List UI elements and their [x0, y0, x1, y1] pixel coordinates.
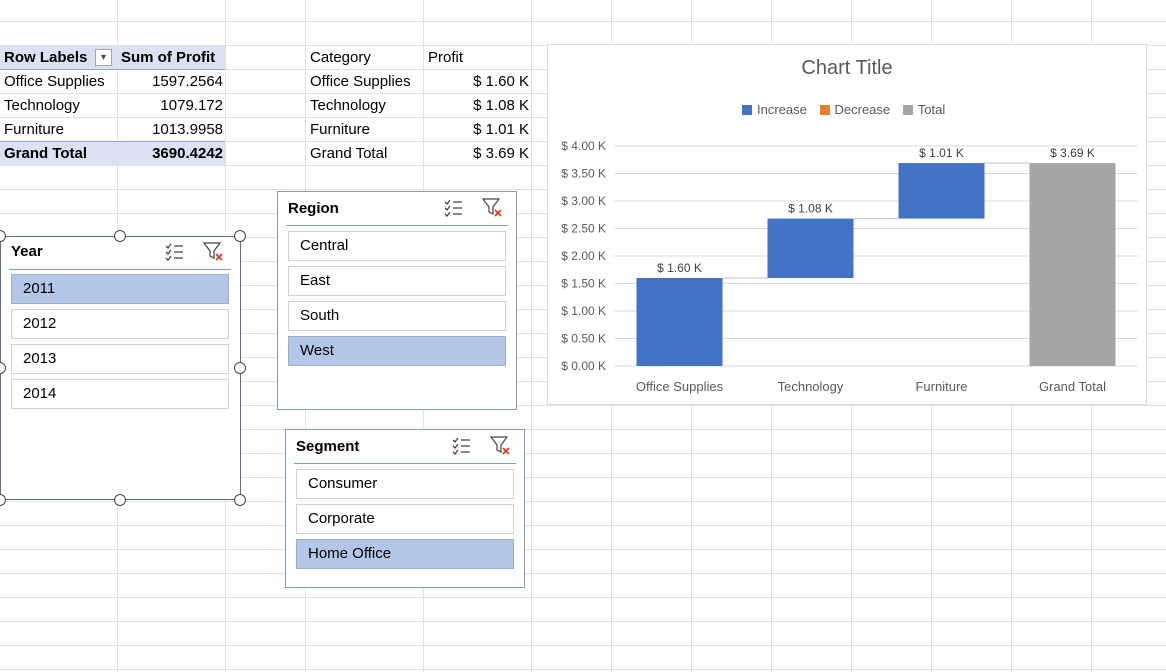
summary-header-profit[interactable]: Profit: [428, 46, 463, 70]
summary-category-cell[interactable]: Technology: [310, 94, 386, 118]
resize-handle[interactable]: [234, 230, 246, 242]
pivot-header-row-labels[interactable]: Row Labels: [4, 46, 87, 70]
pivot-row-value[interactable]: 1079.172: [117, 94, 223, 118]
multi-select-icon[interactable]: [450, 435, 472, 457]
pivot-total-value[interactable]: 3690.4242: [117, 142, 223, 166]
slicer-title: Region: [288, 200, 339, 217]
resize-handle[interactable]: [234, 362, 246, 374]
slicer-item-central[interactable]: Central: [288, 231, 506, 261]
x-tick-label: Technology: [778, 379, 844, 394]
clear-filter-icon[interactable]: [202, 240, 224, 262]
y-tick-label: $ 2.50 K: [561, 222, 606, 236]
pivot-row-label[interactable]: Technology: [4, 94, 80, 118]
x-tick-label: Office Supplies: [636, 379, 724, 394]
y-tick-label: $ 1.00 K: [561, 304, 606, 318]
summary-profit-cell[interactable]: $ 1.01 K: [423, 118, 529, 142]
clear-filter-icon[interactable]: [489, 434, 511, 456]
waterfall-chart[interactable]: Chart Title Increase Decrease Total $ 0.…: [547, 44, 1147, 405]
multi-select-icon[interactable]: [442, 197, 464, 219]
segment-slicer[interactable]: Segment Consumer Corporate Home Office: [285, 429, 525, 588]
resize-handle[interactable]: [114, 494, 126, 506]
slicer-item-east[interactable]: East: [288, 266, 506, 296]
slicer-item-home-office[interactable]: Home Office: [296, 539, 514, 569]
summary-category-cell[interactable]: Grand Total: [310, 142, 387, 166]
slicer-item-2011[interactable]: 2011: [11, 274, 229, 304]
clear-filter-icon[interactable]: [481, 196, 503, 218]
year-slicer[interactable]: Year 2011 2012 2013 2014: [0, 236, 241, 500]
waterfall-bar: [898, 163, 985, 219]
slicer-item-south[interactable]: South: [288, 301, 506, 331]
slicer-item-corporate[interactable]: Corporate: [296, 504, 514, 534]
x-tick-label: Grand Total: [1039, 379, 1106, 394]
slicer-item-2014[interactable]: 2014: [11, 379, 229, 409]
waterfall-bar: [636, 278, 723, 366]
summary-category-cell[interactable]: Furniture: [310, 118, 370, 142]
pivot-row-value[interactable]: 1013.9958: [117, 118, 223, 142]
chart-plot: $ 0.00 K $ 0.50 K $ 1.00 K $ 1.50 K $ 2.00 K…: [561, 139, 1138, 394]
slicer-item-west[interactable]: West: [288, 336, 506, 366]
waterfall-bar: [1029, 163, 1116, 366]
multi-select-icon[interactable]: [163, 241, 185, 263]
pivot-header-sum[interactable]: Sum of Profit: [121, 46, 215, 70]
y-tick-label: $ 2.00 K: [561, 249, 606, 263]
pivot-total-label[interactable]: Grand Total: [4, 142, 87, 166]
slicer-item-2013[interactable]: 2013: [11, 344, 229, 374]
slicer-item-2012[interactable]: 2012: [11, 309, 229, 339]
summary-category-cell[interactable]: Office Supplies: [310, 70, 411, 94]
y-tick-label: $ 3.50 K: [561, 167, 606, 181]
y-tick-label: $ 4.00 K: [561, 139, 606, 153]
resize-handle[interactable]: [114, 230, 126, 242]
slicer-title: Year: [11, 243, 43, 260]
summary-profit-cell[interactable]: $ 1.08 K: [423, 94, 529, 118]
slicer-title: Segment: [296, 438, 360, 455]
data-label: $ 1.60 K: [657, 261, 702, 275]
resize-handle[interactable]: [234, 494, 246, 506]
pivot-row-label[interactable]: Office Supplies: [4, 70, 105, 94]
summary-header-category[interactable]: Category: [310, 46, 371, 70]
y-tick-label: $ 3.00 K: [561, 194, 606, 208]
data-label: $ 1.01 K: [919, 146, 964, 160]
summary-profit-cell[interactable]: $ 1.60 K: [423, 70, 529, 94]
summary-profit-cell[interactable]: $ 3.69 K: [423, 142, 529, 166]
pivot-row-label[interactable]: Furniture: [4, 118, 64, 142]
slicer-item-consumer[interactable]: Consumer: [296, 469, 514, 499]
data-label: $ 1.08 K: [788, 202, 833, 216]
region-slicer[interactable]: Region Central East South West: [277, 191, 517, 410]
y-tick-label: $ 0.00 K: [561, 359, 606, 373]
data-label: $ 3.69 K: [1050, 146, 1095, 160]
x-tick-label: Furniture: [915, 379, 967, 394]
sort-dropdown-icon[interactable]: ▾: [95, 49, 112, 66]
pivot-row-value[interactable]: 1597.2564: [117, 70, 223, 94]
y-tick-label: $ 1.50 K: [561, 277, 606, 291]
y-tick-label: $ 0.50 K: [561, 332, 606, 346]
waterfall-bar: [767, 218, 854, 278]
